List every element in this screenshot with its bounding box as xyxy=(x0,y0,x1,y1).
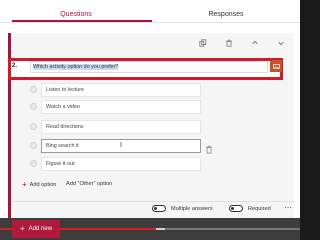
question-toolbar xyxy=(198,37,286,49)
question-title-text: Which activity option do you prefer? xyxy=(33,64,119,70)
more-options-icon[interactable]: ⋯ xyxy=(284,204,292,212)
radio-icon xyxy=(30,103,37,110)
option-input[interactable]: Watch a video xyxy=(41,100,201,114)
insert-image-button[interactable] xyxy=(270,60,282,72)
forms-editor: Questions Responses 2. Which activity op… xyxy=(0,0,300,240)
radio-icon xyxy=(30,86,37,93)
video-buffer-bar xyxy=(156,228,165,230)
delete-option-icon[interactable] xyxy=(205,141,213,154)
multiple-answers-label: Multiple answers xyxy=(171,206,213,212)
add-new-button[interactable]: + Add new xyxy=(12,220,60,238)
option-item: Watch a video xyxy=(25,100,201,114)
text-cursor-icon: I xyxy=(120,142,122,149)
radio-icon xyxy=(30,160,37,167)
tab-divider xyxy=(0,22,300,23)
insert-image-icon xyxy=(272,63,280,69)
question-title-input[interactable]: Which activity option do you prefer? xyxy=(30,61,268,73)
option-item: Read directions xyxy=(25,120,201,134)
option-item: Listen to lecture xyxy=(25,83,201,97)
radio-icon xyxy=(30,142,37,149)
option-item: Figure it out xyxy=(25,157,201,171)
tab-bar: Questions Responses xyxy=(0,0,300,22)
add-option-label: Add option xyxy=(29,182,57,188)
tab-questions[interactable]: Questions xyxy=(0,0,152,22)
required-label: Required xyxy=(248,206,271,212)
card-footer-divider xyxy=(11,201,294,202)
move-down-icon[interactable] xyxy=(276,38,286,48)
plus-icon: + xyxy=(22,180,27,189)
copy-icon[interactable] xyxy=(198,38,208,48)
move-up-icon[interactable] xyxy=(250,38,260,48)
tab-responses[interactable]: Responses xyxy=(152,0,300,22)
add-option-button[interactable]: + Add option xyxy=(22,180,56,190)
radio-icon xyxy=(30,123,37,130)
option-input[interactable]: Figure it out xyxy=(41,157,201,171)
required-toggle[interactable] xyxy=(229,205,243,212)
multiple-answers-toggle[interactable] xyxy=(152,205,166,212)
option-input[interactable]: Listen to lecture xyxy=(41,83,201,97)
add-other-option-button[interactable]: Add "Other" option xyxy=(66,181,112,187)
option-item: Bing search it I xyxy=(25,139,212,154)
add-new-label: Add new xyxy=(28,226,53,232)
option-input[interactable]: Read directions xyxy=(41,120,201,134)
delete-icon[interactable] xyxy=(224,38,234,48)
plus-icon: + xyxy=(20,224,25,233)
question-number: 2. xyxy=(12,63,18,69)
